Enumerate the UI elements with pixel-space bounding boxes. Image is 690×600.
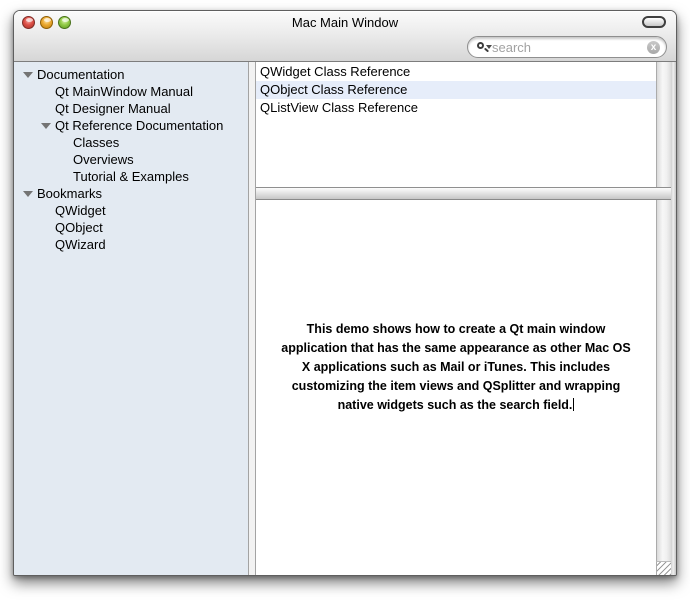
tree-item-label: Qt MainWindow Manual xyxy=(55,84,193,99)
vertical-splitter[interactable] xyxy=(248,62,256,575)
tree-item[interactable]: Documentation xyxy=(14,66,248,83)
resize-grip[interactable] xyxy=(656,561,671,575)
disclosure-triangle-icon[interactable] xyxy=(21,66,37,83)
search-clear-icon[interactable]: x xyxy=(647,40,660,54)
titlebar[interactable]: Mac Main Window xyxy=(14,11,676,33)
tree-item[interactable]: Tutorial & Examples xyxy=(14,168,248,185)
text-editor[interactable]: This demo shows how to create a Qt main … xyxy=(256,200,656,575)
disclosure-triangle-icon[interactable] xyxy=(21,185,37,202)
tree-item-label: QWidget xyxy=(55,203,106,218)
tree-item[interactable]: Classes xyxy=(14,134,248,151)
search-input[interactable] xyxy=(492,39,647,55)
tree-item-label: Qt Reference Documentation xyxy=(55,118,224,133)
disclosure-triangle-icon[interactable] xyxy=(39,117,55,134)
list-item[interactable]: QWidget Class Reference xyxy=(256,63,656,81)
reference-list-pane: QWidget Class Reference QObject Class Ref… xyxy=(256,62,671,187)
right-panes: QWidget Class Reference QObject Class Ref… xyxy=(256,62,671,575)
window-right-edge xyxy=(671,62,676,575)
tree-item[interactable]: QWidget xyxy=(14,202,248,219)
sidebar-tree: Documentation Qt MainWindow Manual Qt Desi… xyxy=(14,62,248,575)
tree-item[interactable]: Qt MainWindow Manual xyxy=(14,83,248,100)
editor-scroll-column xyxy=(656,200,671,575)
tree-item-label: Bookmarks xyxy=(37,186,103,201)
app-window: Mac Main Window x Documentation Qt MainWi… xyxy=(13,10,677,576)
tree-item-label: Classes xyxy=(73,135,120,150)
horizontal-splitter[interactable] xyxy=(256,187,671,200)
search-magnifier-icon[interactable] xyxy=(476,40,492,54)
tree-item[interactable]: Qt Reference Documentation xyxy=(14,117,248,134)
tree-item[interactable]: QWizard xyxy=(14,236,248,253)
toolbar: x xyxy=(14,33,676,62)
list-item[interactable]: QListView Class Reference xyxy=(256,99,656,117)
window-title: Mac Main Window xyxy=(291,15,399,30)
tree-item[interactable]: Bookmarks xyxy=(14,185,248,202)
search-field[interactable]: x xyxy=(467,36,667,58)
tree-item[interactable]: QObject xyxy=(14,219,248,236)
editor-pane: This demo shows how to create a Qt main … xyxy=(256,200,671,575)
editor-text: This demo shows how to create a Qt main … xyxy=(256,320,656,415)
content-area: Documentation Qt MainWindow Manual Qt Desi… xyxy=(14,62,676,575)
reference-list: QWidget Class Reference QObject Class Ref… xyxy=(256,62,656,187)
tree-item-label: Overviews xyxy=(73,152,134,167)
tree-item-label: Documentation xyxy=(37,67,125,82)
search-menu-chevron-icon xyxy=(486,45,492,52)
tree-item-label: QWizard xyxy=(55,237,106,252)
tree-item[interactable]: Qt Designer Manual xyxy=(14,100,248,117)
toolbar-toggle-button[interactable] xyxy=(642,16,666,28)
editor-scrollbar[interactable] xyxy=(656,200,671,561)
tree-item[interactable]: Overviews xyxy=(14,151,248,168)
tree-item-label: Qt Designer Manual xyxy=(55,101,171,116)
list-scrollbar[interactable] xyxy=(656,62,671,187)
tree-item-label: QObject xyxy=(55,220,103,235)
tree-item-label: Tutorial & Examples xyxy=(73,169,189,184)
window-chrome: Mac Main Window x xyxy=(14,11,676,62)
list-item[interactable]: QObject Class Reference xyxy=(256,81,656,99)
